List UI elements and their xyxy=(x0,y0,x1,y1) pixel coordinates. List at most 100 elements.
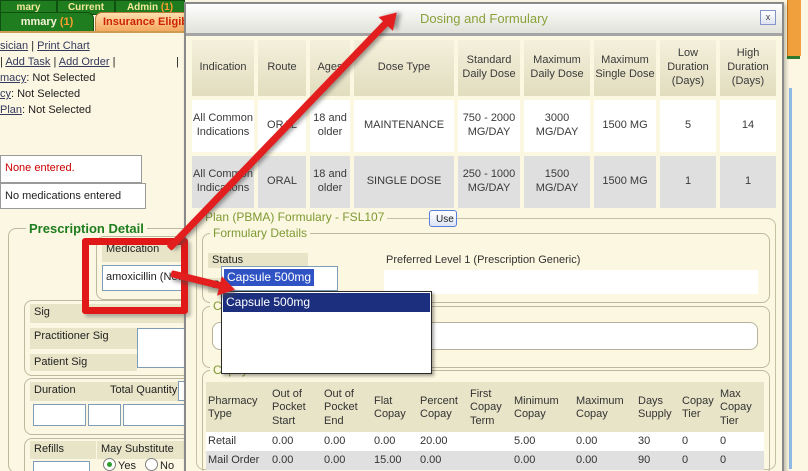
print-chart-link[interactable]: Print Chart xyxy=(37,40,90,52)
copay-cell: 0.00 xyxy=(322,432,372,451)
close-icon[interactable]: x xyxy=(760,10,776,25)
copay-cell: 0 xyxy=(680,432,718,451)
total-quantity-input[interactable] xyxy=(88,404,121,426)
copay-header: Out of Pocket Start xyxy=(270,382,322,432)
copay-cell: 5.00 xyxy=(512,432,574,451)
copay-cell: Mail Order xyxy=(206,451,270,470)
separator: | xyxy=(0,56,3,68)
copay-cell: 0.00 xyxy=(270,432,322,451)
add-task-link[interactable]: Add Task xyxy=(5,56,50,68)
dosing-cell: MAINTENANCE xyxy=(354,100,454,152)
dosing-cell: 14 xyxy=(720,100,776,152)
dosing-cell: 18 and older xyxy=(310,100,350,152)
copay-header: Max Copay Tier xyxy=(718,382,764,432)
duration-label: Duration xyxy=(30,382,106,401)
quantity-unit-input[interactable] xyxy=(123,404,187,426)
practitioner-sig-label: Practitioner Sig xyxy=(30,328,137,349)
agency-link[interactable]: cy xyxy=(0,88,11,100)
copay-header: Minimum Copay xyxy=(512,382,574,432)
dosing-cell: 750 - 2000 MG/DAY xyxy=(458,100,520,152)
may-substitute-label: May Substitute xyxy=(97,441,187,459)
pharmacy-value: : Not Selected xyxy=(26,72,95,84)
copay-cell: 15.00 xyxy=(372,451,418,470)
plan-row: Plan: Not Selected xyxy=(0,104,91,116)
copay-cell: 0.00 xyxy=(512,451,574,470)
copay-header: First Copay Term xyxy=(468,382,512,432)
dosing-header: Dose Type xyxy=(354,40,454,96)
copay-cell: 20.00 xyxy=(418,432,468,451)
plan-link[interactable]: Plan xyxy=(0,104,22,116)
copay-header: Flat Copay xyxy=(372,382,418,432)
use-button[interactable]: Use xyxy=(429,210,457,227)
prescription-detail-legend: Prescription Detail xyxy=(26,221,147,236)
copay-header: Days Supply xyxy=(636,382,680,432)
agency-value: : Not Selected xyxy=(11,88,80,100)
dosing-cell: 1 xyxy=(660,156,716,208)
pharmacy-link[interactable]: macy xyxy=(0,72,26,84)
status-value: Preferred Level 1 (Prescription Generic) xyxy=(386,254,580,266)
separator: | xyxy=(53,56,56,68)
dosing-cell: 1500 MG/DAY xyxy=(524,156,590,208)
dropdown-option[interactable]: Capsule 500mg xyxy=(223,293,430,312)
duration-input[interactable] xyxy=(33,404,86,426)
no-label: No xyxy=(160,460,174,471)
tab-summary[interactable]: mmary (1) xyxy=(0,12,94,33)
add-order-link[interactable]: Add Order xyxy=(59,56,110,68)
copay-cell: 0 xyxy=(718,432,764,451)
dose-form-select[interactable]: Capsule 500mg xyxy=(221,266,338,291)
plan-formulary-legend: Plan (PBMA) Formulary - FSL107 xyxy=(202,210,387,224)
copay-cell: 0 xyxy=(718,451,764,470)
plan-value: : Not Selected xyxy=(22,104,91,116)
yes-radio[interactable] xyxy=(103,458,116,471)
dosing-header: Route xyxy=(258,40,306,96)
dosing-header: Indication xyxy=(192,40,254,96)
dosing-cell: 3000 MG/DAY xyxy=(524,100,590,152)
dose-form-selected-value: Capsule 500mg xyxy=(224,269,314,286)
separator: | xyxy=(176,56,179,68)
copay-cell: 0.00 xyxy=(372,432,418,451)
dose-form-dropdown-list[interactable]: Capsule 500mg xyxy=(221,291,432,374)
copay-cell xyxy=(468,451,512,470)
dosing-formulary-dialog: Dosing and Formulary x Indication Route … xyxy=(184,2,784,471)
dosing-cell: 250 - 1000 MG/DAY xyxy=(458,156,520,208)
no-radio[interactable] xyxy=(145,458,158,471)
dosing-cell: 5 xyxy=(660,100,716,152)
dosing-header: High Duration (Days) xyxy=(720,40,776,96)
copay-header: Out of Pocket End xyxy=(322,382,372,432)
total-quantity-label: Total Quantity xyxy=(106,382,186,401)
formulary-details-legend: Formulary Details xyxy=(210,226,310,240)
may-substitute-radios: Yes No xyxy=(103,458,174,471)
allergies-alert: None entered. xyxy=(0,155,142,183)
copay-cell: 90 xyxy=(636,451,680,470)
refills-input[interactable] xyxy=(33,461,90,471)
dosing-header: Standard Daily Dose xyxy=(458,40,520,96)
tab-summary-count: (1) xyxy=(60,16,73,28)
tab-label: mmary xyxy=(21,16,57,28)
link-row-1: sician | Print Chart xyxy=(0,40,90,52)
yes-label: Yes xyxy=(118,460,136,471)
screen: mary Current Admin (1) mmary (1) Insuran… xyxy=(0,0,808,471)
copay-cell: 30 xyxy=(636,432,680,451)
medications-alert: No medications entered xyxy=(0,183,146,209)
copay-cell: 0.00 xyxy=(574,432,636,451)
patient-sig-label: Patient Sig xyxy=(30,354,137,371)
covered-row-value xyxy=(384,270,758,294)
copay-cell: 0 xyxy=(680,451,718,470)
dosing-cell: 1500 MG xyxy=(594,156,656,208)
copay-cell: 0.00 xyxy=(418,451,468,470)
pharmacy-row: macy: Not Selected xyxy=(0,72,95,84)
copay-header: Maximum Copay xyxy=(574,382,636,432)
copay-header: Pharmacy Type xyxy=(206,382,270,432)
dosing-table: Indication Route Ages Dose Type Standard… xyxy=(192,40,776,208)
copay-cell: 0.00 xyxy=(322,451,372,470)
page-scrollbar[interactable] xyxy=(789,88,792,469)
dosing-header: Maximum Single Dose xyxy=(594,40,656,96)
physician-link[interactable]: sician xyxy=(0,40,28,52)
copay-header: Copay Tier xyxy=(680,382,718,432)
dosing-cell: 1500 MG xyxy=(594,100,656,152)
copay-header: Percent Copay xyxy=(418,382,468,432)
copay-cell: 0.00 xyxy=(270,451,322,470)
practitioner-sig-input[interactable] xyxy=(137,328,187,368)
copay-cell: Retail xyxy=(206,432,270,451)
dosing-cell: All Common Indications xyxy=(192,100,254,152)
